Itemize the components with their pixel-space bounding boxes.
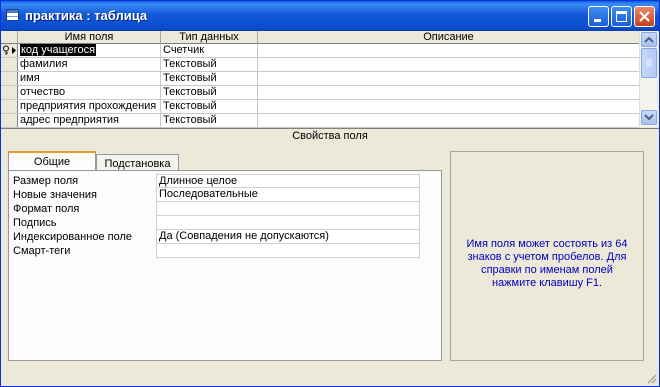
- row-selector[interactable]: [1, 100, 18, 113]
- data-type-cell[interactable]: Текстовый: [161, 100, 258, 113]
- close-icon: [639, 11, 650, 22]
- maximize-button[interactable]: [611, 6, 632, 27]
- property-label: Размер поля: [13, 175, 79, 187]
- property-row[interactable]: Смарт-теги: [11, 244, 421, 258]
- property-row[interactable]: Новые значения Последовательные: [11, 188, 421, 202]
- field-name-cell[interactable]: адрес предприятия: [18, 114, 161, 127]
- field-name-cell[interactable]: отчество: [18, 86, 161, 99]
- description-cell[interactable]: [258, 86, 639, 99]
- minimize-icon: [594, 19, 601, 22]
- table-row[interactable]: код учащегося Счетчик: [1, 44, 639, 58]
- row-selector[interactable]: [1, 114, 18, 127]
- description-cell[interactable]: [258, 114, 639, 127]
- row-selector[interactable]: [1, 72, 18, 85]
- table-design-window: практика : таблица Имя поля Тип данных О…: [0, 0, 660, 387]
- property-label: Смарт-теги: [13, 245, 71, 257]
- field-name-cell[interactable]: имя: [18, 72, 161, 85]
- property-row[interactable]: Размер поля Длинное целое: [11, 174, 421, 188]
- property-row[interactable]: Индексированное поле Да (Совпадения не д…: [11, 230, 421, 244]
- chevron-up-icon: [644, 36, 654, 43]
- close-button[interactable]: [634, 6, 655, 27]
- field-name-cell[interactable]: код учащегося: [18, 44, 161, 57]
- description-cell[interactable]: [258, 72, 639, 85]
- data-type-cell[interactable]: Текстовый: [161, 72, 258, 85]
- format-value[interactable]: [156, 202, 420, 216]
- minimize-button[interactable]: [588, 6, 609, 27]
- row-selector[interactable]: [1, 44, 18, 57]
- grip-icon: [646, 59, 652, 67]
- column-header-field-name[interactable]: Имя поля: [18, 31, 161, 44]
- property-label: Индексированное поле: [13, 231, 132, 243]
- column-header-data-type[interactable]: Тип данных: [161, 31, 258, 44]
- property-label: Формат поля: [13, 203, 80, 215]
- caption-value[interactable]: [156, 216, 420, 230]
- help-text: Имя поля может состоять из 64 знаков с у…: [466, 238, 628, 289]
- field-name-cell[interactable]: предприятия прохождения: [18, 100, 161, 113]
- scroll-up-button[interactable]: [641, 32, 657, 47]
- scroll-thumb[interactable]: [641, 48, 657, 78]
- description-cell[interactable]: [258, 44, 639, 57]
- property-row[interactable]: Подпись: [11, 216, 421, 230]
- field-size-value[interactable]: Длинное целое: [156, 174, 420, 188]
- table-icon: [6, 9, 19, 21]
- field-grid: Имя поля Тип данных Описание код учащего…: [1, 31, 639, 128]
- description-cell[interactable]: [258, 100, 639, 113]
- window-title: практика : таблица: [25, 8, 148, 23]
- new-values-value[interactable]: Последовательные: [156, 188, 420, 202]
- field-properties-title: Свойства поля: [292, 130, 368, 142]
- scroll-down-button[interactable]: [641, 110, 657, 125]
- property-row[interactable]: Формат поля: [11, 202, 421, 216]
- row-selector[interactable]: [1, 86, 18, 99]
- help-panel: Имя поля может состоять из 64 знаков с у…: [450, 151, 644, 361]
- field-properties-bar: Свойства поля: [1, 128, 659, 144]
- table-row[interactable]: имя Текстовый: [1, 72, 639, 86]
- table-row[interactable]: отчество Текстовый: [1, 86, 639, 100]
- row-selector[interactable]: [1, 58, 18, 71]
- description-cell[interactable]: [258, 58, 639, 71]
- property-label: Подпись: [13, 217, 57, 229]
- column-header-description[interactable]: Описание: [258, 31, 639, 44]
- table-row[interactable]: адрес предприятия Текстовый: [1, 114, 639, 128]
- maximize-icon: [616, 11, 627, 22]
- chevron-down-icon: [644, 114, 654, 121]
- indexed-value[interactable]: Да (Совпадения не допускаются): [156, 230, 420, 244]
- data-type-cell[interactable]: Текстовый: [161, 114, 258, 127]
- grid-scrollbar[interactable]: [639, 31, 657, 127]
- data-type-cell[interactable]: Текстовый: [161, 86, 258, 99]
- data-type-cell[interactable]: Текстовый: [161, 58, 258, 71]
- table-row[interactable]: фамилия Текстовый: [1, 58, 639, 72]
- field-name-cell[interactable]: фамилия: [18, 58, 161, 71]
- property-label: Новые значения: [13, 189, 98, 201]
- tab-general[interactable]: Общие: [8, 151, 96, 172]
- resize-grip-icon[interactable]: [645, 372, 657, 384]
- general-properties-panel: Размер поля Длинное целое Новые значения…: [8, 170, 442, 361]
- header-selector: [1, 31, 18, 44]
- grid-header: Имя поля Тип данных Описание: [1, 31, 639, 44]
- primary-key-icon: [2, 45, 16, 55]
- data-type-cell[interactable]: Счетчик: [161, 44, 258, 57]
- table-row[interactable]: предприятия прохождения Текстовый: [1, 100, 639, 114]
- title-bar[interactable]: практика : таблица: [1, 1, 659, 31]
- smart-tags-value[interactable]: [156, 244, 420, 258]
